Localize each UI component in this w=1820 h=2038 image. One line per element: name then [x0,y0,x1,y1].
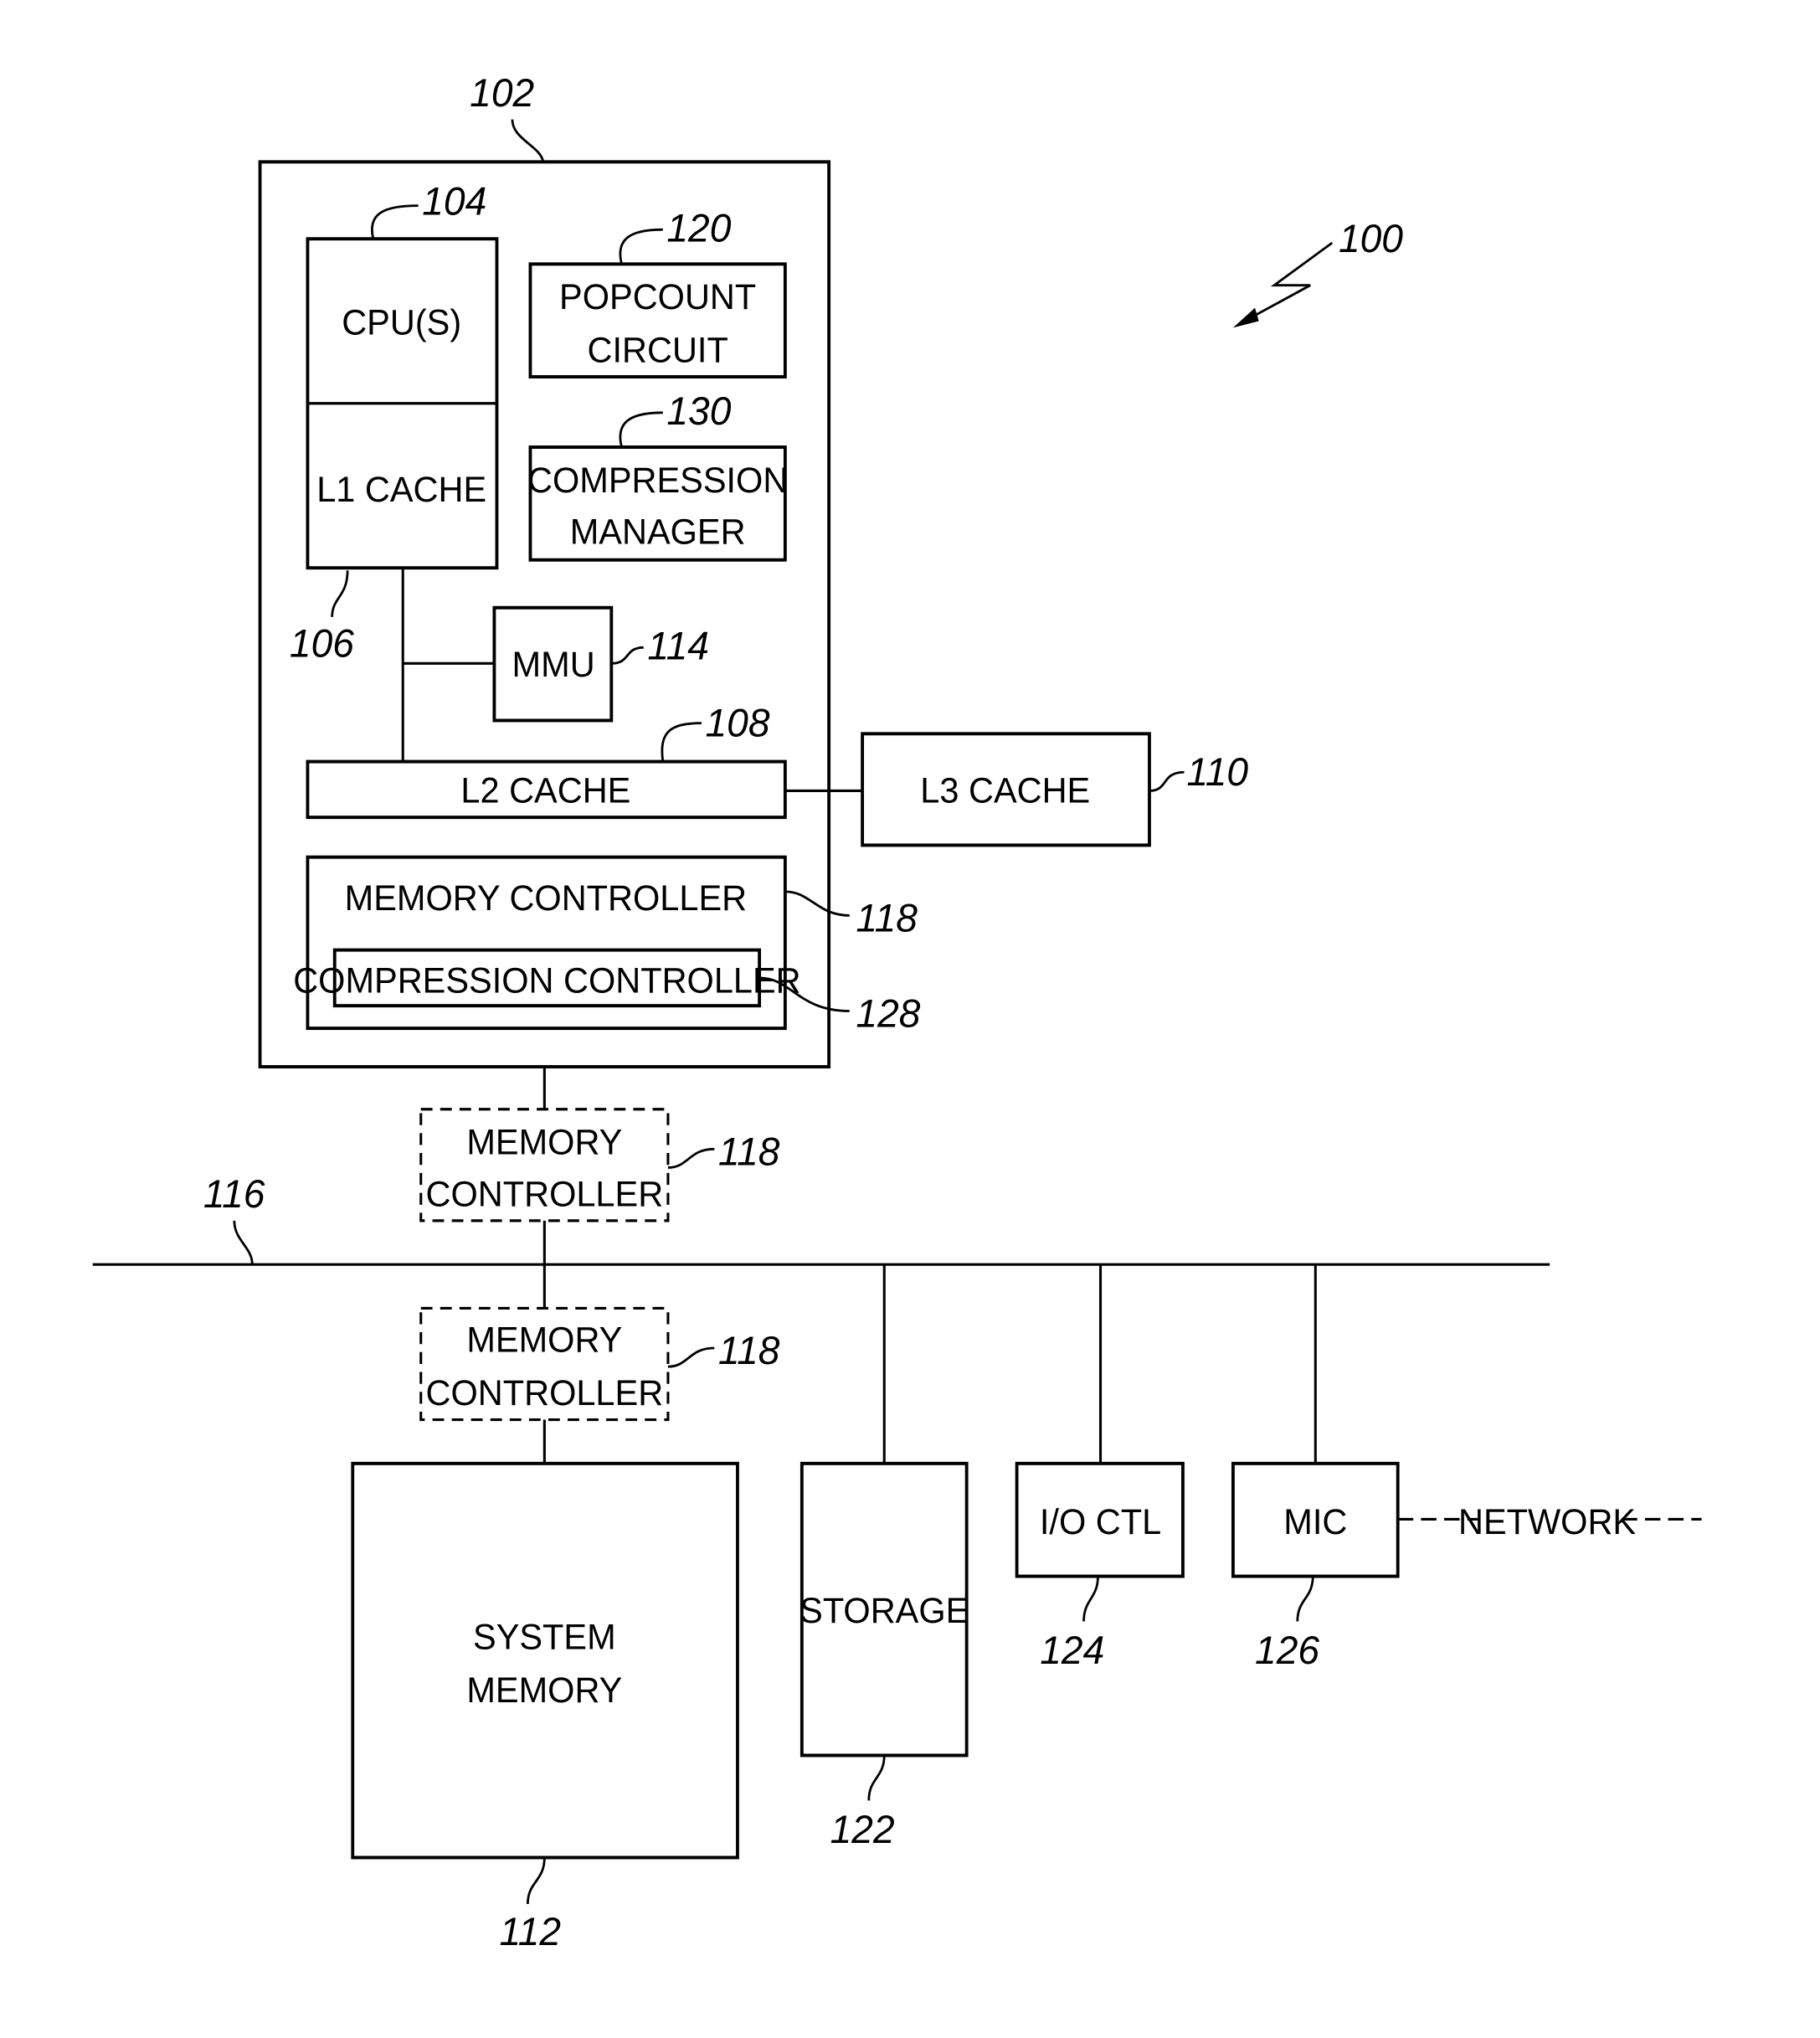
memctl-lower-label-2: CONTROLLER [426,1373,664,1413]
l2-label: L2 CACHE [460,770,630,811]
memctl-upper-label-2: CONTROLLER [426,1174,664,1214]
ref-118a: 118 [856,896,918,940]
compmgr-label-1: COMPRESSION [527,460,788,500]
sysmem-label-1: SYSTEM [473,1617,616,1657]
ref-122: 122 [830,1807,895,1851]
leader-126 [1296,1576,1314,1622]
memctl-lower-label-1: MEMORY [466,1320,622,1360]
system-memory-block [351,1461,739,1860]
ref-112: 112 [500,1909,562,1953]
ref-114: 114 [647,624,709,668]
leader-118c [667,1346,715,1368]
ioctl-label: I/O CTL [1040,1501,1161,1541]
ref-118b: 118 [718,1130,780,1174]
leader-110 [1149,770,1185,792]
leader-102 [511,119,545,162]
ref-110: 110 [1187,749,1249,794]
leader-112 [526,1857,546,1904]
leader-118b [667,1147,715,1169]
leader-124 [1082,1576,1099,1622]
ref-124: 124 [1040,1629,1104,1673]
compctl-label: COMPRESSION CONTROLLER [293,960,800,1001]
l1-label: L1 CACHE [316,469,486,509]
ref-126: 126 [1255,1629,1320,1673]
ref-106: 106 [290,621,355,666]
network-label: NETWORK [1458,1501,1636,1541]
memctl-internal-label: MEMORY CONTROLLER [345,877,747,918]
l3-label: L3 CACHE [920,770,1090,811]
ref-128: 128 [856,991,920,1036]
cpu-label: CPU(S) [342,302,461,342]
ref-108: 108 [706,701,770,745]
memctl-upper-label-1: MEMORY [466,1122,622,1162]
ref-120: 120 [666,206,731,250]
storage-label: STORAGE [799,1590,969,1630]
compmgr-label-2: MANAGER [570,512,746,552]
leader-122 [867,1755,886,1801]
ref-100: 100 [1339,216,1403,260]
ref-130: 130 [666,389,731,433]
mic-label: MIC [1283,1501,1347,1541]
leader-116 [233,1220,254,1265]
popcount-label-1: POPCOUNT [559,277,756,317]
sysmem-label-2: MEMORY [466,1670,622,1711]
mmu-label: MMU [512,645,595,685]
ref-102: 102 [470,70,534,115]
ref-104: 104 [422,179,486,224]
ref-116: 116 [203,1171,265,1216]
popcount-label-2: CIRCUIT [588,330,728,370]
ref-118c: 118 [718,1328,780,1372]
figure-ref-arrowhead [1232,307,1259,328]
block-diagram: 100 102 CPU(S) L1 CACHE 104 106 POPCOUNT… [92,70,1702,1953]
